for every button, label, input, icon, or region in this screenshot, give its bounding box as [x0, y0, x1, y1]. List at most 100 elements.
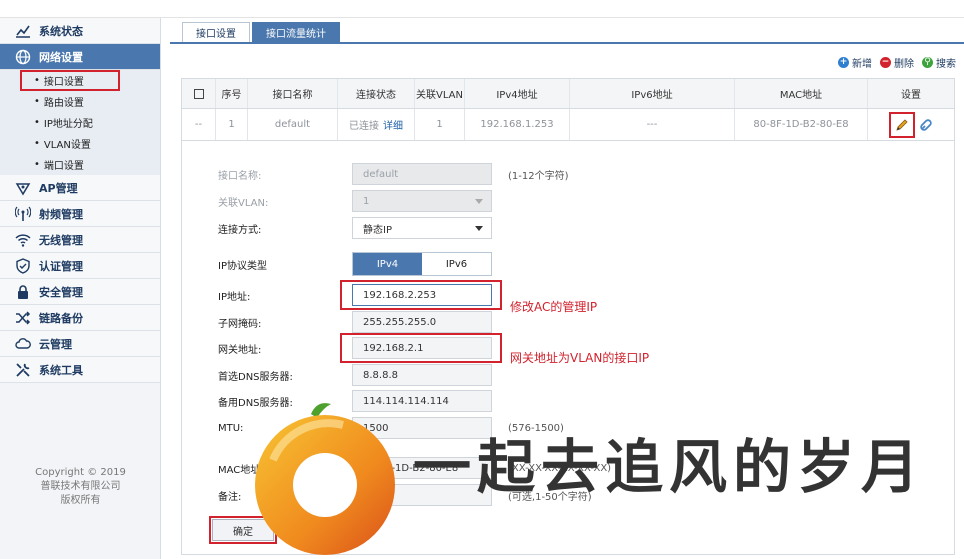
- nav-label: 认证管理: [39, 259, 83, 273]
- protocol-label: IP协议类型: [218, 260, 267, 272]
- ip-highlight-box: [340, 280, 502, 310]
- name-field: default: [352, 163, 492, 185]
- table-row[interactable]: -- 1 default 已连接 详细 1 192.168.1.253 --- …: [182, 109, 954, 140]
- row-status: 已连接 详细: [338, 109, 415, 140]
- mtu-hint: (576-1500): [508, 422, 564, 434]
- row-name: default: [248, 109, 338, 140]
- nav-system-status[interactable]: 系统状态: [0, 18, 160, 44]
- cloud-icon: [14, 335, 32, 353]
- mask-field[interactable]: 255.255.255.0: [352, 311, 492, 333]
- top-bar: [0, 0, 964, 18]
- shield-check-icon: [14, 257, 32, 275]
- nav-ap-management[interactable]: AP管理: [0, 175, 160, 201]
- row-index: 1: [216, 109, 248, 140]
- tab-interface-settings[interactable]: 接口设置: [182, 22, 250, 42]
- form-row-mask: 子网掩码: 255.255.255.0: [218, 311, 492, 333]
- nav-auth-management[interactable]: 认证管理: [0, 253, 160, 279]
- protocol-toggle: IPv4 IPv6: [352, 252, 492, 276]
- lock-icon: [14, 283, 32, 301]
- vlan-label: 关联VLAN:: [218, 197, 269, 209]
- ipv4-option[interactable]: IPv4: [353, 253, 422, 275]
- mac-field[interactable]: 80-8F-1D-B2-80-E8: [352, 457, 492, 479]
- gateway-annotation: 网关地址为VLAN的接口IP: [510, 351, 650, 365]
- nav-security-management[interactable]: 安全管理: [0, 279, 160, 305]
- nav-label: 链路备份: [39, 311, 83, 325]
- subnav-ip-allocation[interactable]: IP地址分配: [0, 112, 160, 133]
- header-cell: 设置: [901, 90, 921, 101]
- status-text: 已连接: [349, 121, 379, 132]
- table-header: 序号 接口名称 连接状态 关联VLAN IPv4地址 IPv6地址 MAC地址 …: [182, 79, 954, 109]
- chevron-down-icon: [475, 198, 483, 204]
- mac-label: MAC地址:: [218, 464, 264, 476]
- detail-link[interactable]: 详细: [383, 117, 403, 132]
- nav-wireless-management[interactable]: 无线管理: [0, 227, 160, 253]
- wifi-icon: [14, 231, 32, 249]
- mode-value: 静态IP: [363, 224, 392, 236]
- subnav-label: 端口设置: [43, 161, 84, 172]
- copyright-line: Copyright © 2019: [35, 467, 126, 478]
- search-label: 搜索: [936, 59, 956, 70]
- nav-label: 系统状态: [39, 24, 83, 38]
- search-button[interactable]: ⚲ 搜索: [922, 55, 956, 70]
- nav-radio-management[interactable]: 射频管理: [0, 201, 160, 227]
- minus-icon: −: [880, 57, 891, 68]
- nav-label: AP管理: [39, 181, 78, 195]
- dns1-label: 首选DNS服务器:: [218, 371, 293, 383]
- subnav-vlan-settings[interactable]: VLAN设置: [0, 133, 160, 154]
- subnav-interface-settings[interactable]: 接口设置: [20, 70, 120, 91]
- tab-underline: [170, 42, 964, 44]
- nav-cloud-management[interactable]: 云管理: [0, 331, 160, 357]
- mode-select[interactable]: 静态IP: [352, 217, 492, 239]
- ap-icon: [14, 179, 32, 197]
- note-field[interactable]: [352, 484, 492, 506]
- tab-traffic-stats[interactable]: 接口流量统计: [252, 22, 340, 42]
- radio-icon: [14, 205, 32, 223]
- row-settings: [868, 109, 954, 140]
- confirm-button[interactable]: 确定: [209, 516, 277, 544]
- nav-system-tools[interactable]: 系统工具: [0, 357, 160, 383]
- nav-link-backup[interactable]: 链路备份: [0, 305, 160, 331]
- copyright: Copyright © 2019 普联技术有限公司 版权所有: [0, 466, 161, 508]
- plus-icon: +: [838, 57, 849, 68]
- ipv6-option[interactable]: IPv6: [422, 253, 491, 275]
- edit-button[interactable]: [889, 111, 915, 138]
- nav-network-settings[interactable]: 网络设置: [0, 44, 160, 70]
- delete-button[interactable]: − 删除: [880, 55, 914, 70]
- mtu-field[interactable]: 1500: [352, 417, 492, 439]
- checkbox-icon[interactable]: [193, 88, 204, 99]
- header-cell: 关联VLAN: [415, 79, 465, 108]
- chart-line-icon: [14, 22, 32, 40]
- form-row-mac: MAC地址: 80-8F-1D-B2-80-E8 (XX-XX-XX-XX-XX…: [218, 457, 611, 479]
- copyright-rights: 版权所有: [60, 495, 101, 506]
- header-cell: IPv4地址: [465, 79, 570, 108]
- header-cell: 序号: [216, 79, 248, 108]
- header-cell: 接口名称: [248, 79, 338, 108]
- link-icon[interactable]: [919, 118, 933, 132]
- row-vlan: 1: [415, 109, 465, 140]
- delete-label: 删除: [894, 59, 914, 70]
- subnav-port-settings[interactable]: 端口设置: [0, 154, 160, 175]
- subnav-label: VLAN设置: [43, 140, 91, 151]
- vlan-value: 1: [363, 195, 370, 207]
- header-select-all[interactable]: [182, 79, 216, 108]
- nav-label: 射频管理: [39, 207, 83, 221]
- form-row-dns1: 首选DNS服务器: 8.8.8.8: [218, 364, 492, 386]
- row-ipv6: ---: [570, 109, 735, 140]
- nav-label: 无线管理: [39, 233, 83, 247]
- nav-label: 安全管理: [39, 285, 83, 299]
- dns2-field[interactable]: 114.114.114.114: [352, 390, 492, 412]
- mtu-label: MTU:: [218, 422, 244, 434]
- add-button[interactable]: + 新增: [838, 55, 872, 70]
- search-icon: ⚲: [922, 57, 933, 68]
- dns1-field[interactable]: 8.8.8.8: [352, 364, 492, 386]
- gateway-highlight-box: [340, 333, 502, 363]
- mask-label: 子网掩码:: [218, 318, 262, 330]
- subnav-route-settings[interactable]: 路由设置: [0, 91, 160, 112]
- form-row-protocol: IP协议类型 IPv4 IPv6: [218, 252, 492, 276]
- name-hint: (1-12个字符): [508, 170, 569, 182]
- interface-edit-form: 接口名称: default (1-12个字符) 关联VLAN: 1 连接方式: …: [181, 141, 955, 555]
- ip-label: IP地址:: [218, 291, 251, 303]
- network-subnav: 接口设置 路由设置 IP地址分配 VLAN设置 端口设置: [0, 70, 160, 175]
- dns2-label: 备用DNS服务器:: [218, 397, 293, 409]
- row-ipv4: 192.168.1.253: [465, 109, 570, 140]
